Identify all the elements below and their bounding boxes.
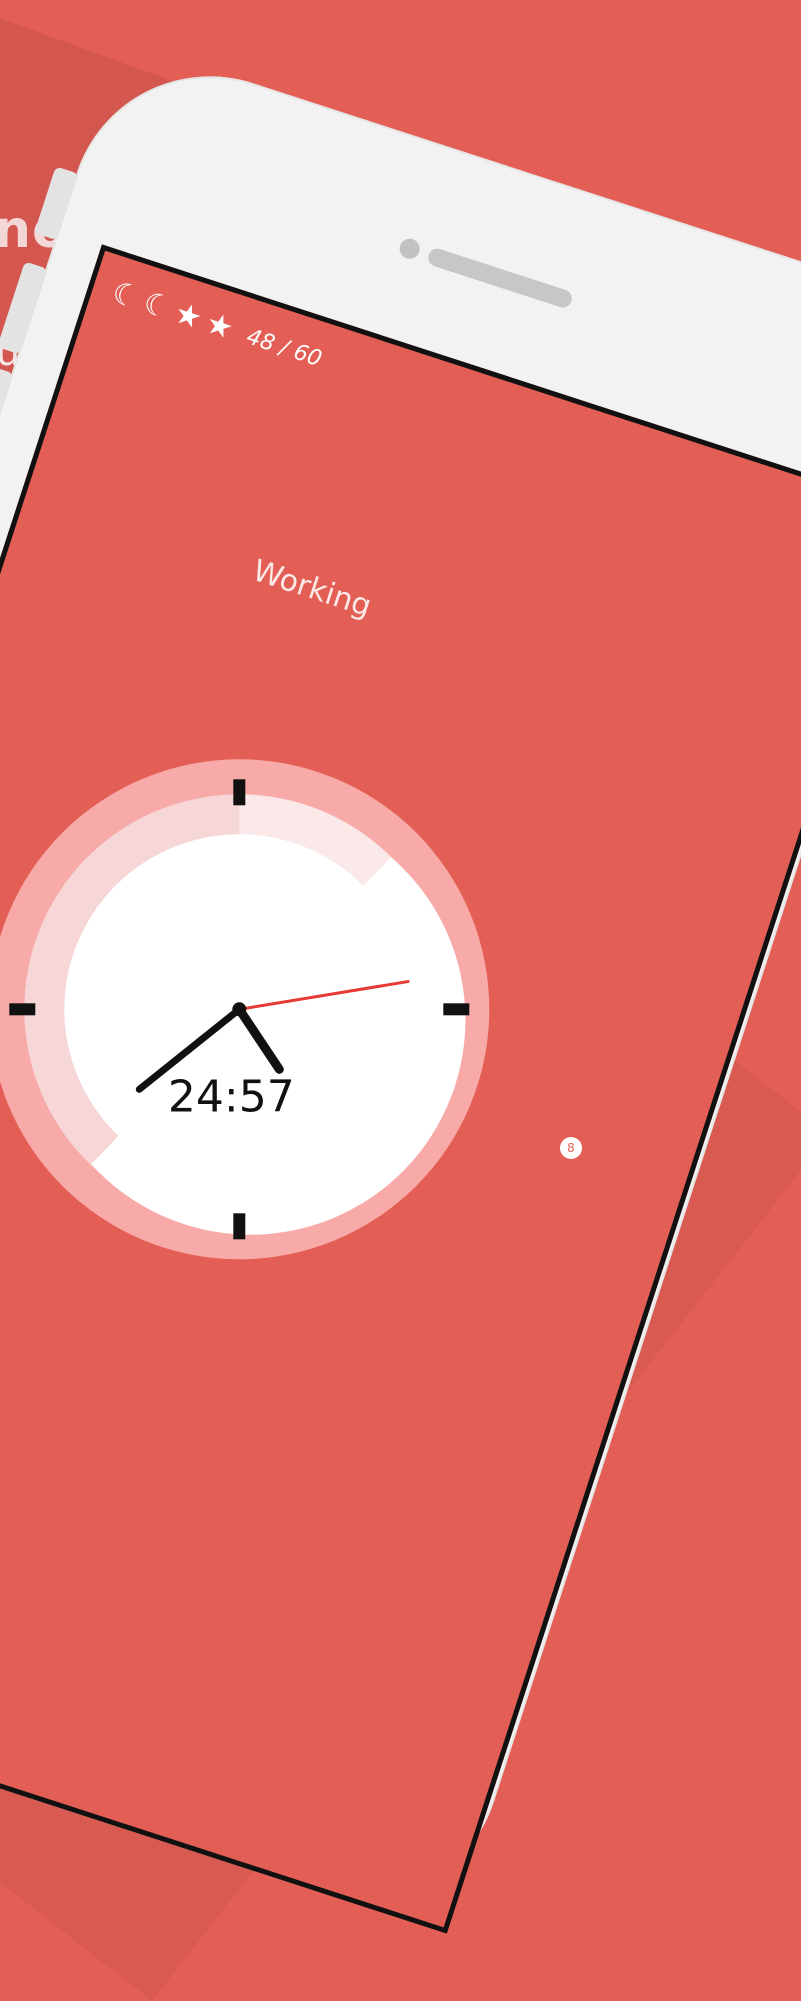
tick-6: [233, 1213, 246, 1240]
pomodoro-count: 48 / 60: [243, 323, 325, 372]
clock-timer[interactable]: 24:57: [0, 749, 499, 1269]
phone-device: ☾ ☾ ★ ★ 48 / 60 Working 24:57: [0, 40, 801, 1935]
state-label: Working: [248, 553, 376, 625]
moon-icon: ☾: [107, 274, 144, 317]
status-bar: ☾ ☾ ★ ★ 48 / 60: [107, 274, 326, 374]
phone-screen: ☾ ☾ ★ ★ 48 / 60 Working 24:57: [0, 244, 801, 1934]
camera-icon: [397, 236, 423, 262]
tick-3: [443, 1003, 470, 1016]
tick-9: [9, 1003, 36, 1016]
timer-readout: 24:57: [168, 1071, 295, 1122]
tick-12: [233, 779, 246, 806]
page-indicator[interactable]: 8: [560, 1137, 582, 1159]
moon-icon: ☾: [138, 285, 176, 327]
speaker-grille: [425, 246, 575, 310]
star-icon: ★: [201, 305, 238, 348]
volume-down-button: [0, 366, 14, 460]
clock-center: [232, 1002, 247, 1017]
star-icon: ★: [170, 295, 207, 337]
